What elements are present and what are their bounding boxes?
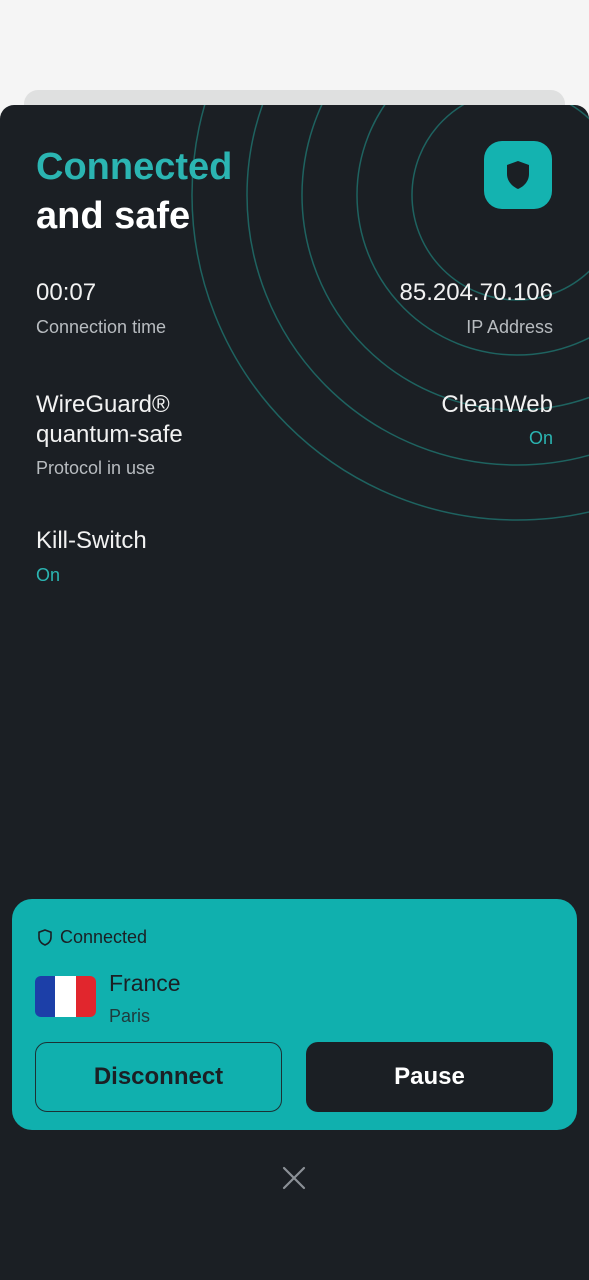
close-button[interactable]	[277, 1161, 311, 1195]
ip-address-value: 85.204.70.106	[399, 279, 553, 306]
status-title: Connected	[36, 146, 233, 188]
ip-address-label: IP Address	[466, 317, 553, 337]
protocol-value-line2: quantum-safe	[36, 421, 183, 448]
kill-switch-title: Kill-Switch	[36, 527, 147, 554]
connection-time-value: 00:07	[36, 279, 97, 306]
cleanweb-title: CleanWeb	[441, 391, 553, 418]
pause-button[interactable]: Pause	[306, 1042, 553, 1112]
country-name: France	[109, 970, 181, 996]
cleanweb-status: On	[528, 428, 553, 448]
connection-time-label: Connection time	[36, 317, 167, 337]
connection-status-label: Connected	[60, 927, 148, 947]
shield-icon	[507, 161, 529, 189]
city-name: Paris	[109, 1006, 151, 1026]
protocol-label: Protocol in use	[36, 458, 156, 478]
close-icon	[282, 1166, 306, 1190]
france-flag-icon	[35, 976, 96, 1017]
connection-status: Connected	[38, 927, 147, 948]
protocol-value-line1: WireGuard®	[36, 391, 170, 418]
connection-sheet: Connected and safe 00:07 Connection time…	[0, 105, 589, 1280]
shield-outline-icon	[38, 929, 52, 946]
kill-switch-status: On	[36, 565, 61, 585]
status-subtitle: and safe	[36, 195, 191, 237]
disconnect-button[interactable]: Disconnect	[35, 1042, 282, 1112]
shield-badge[interactable]	[484, 141, 552, 209]
connection-card: Connected France Paris Disconnect Pause	[12, 899, 577, 1130]
